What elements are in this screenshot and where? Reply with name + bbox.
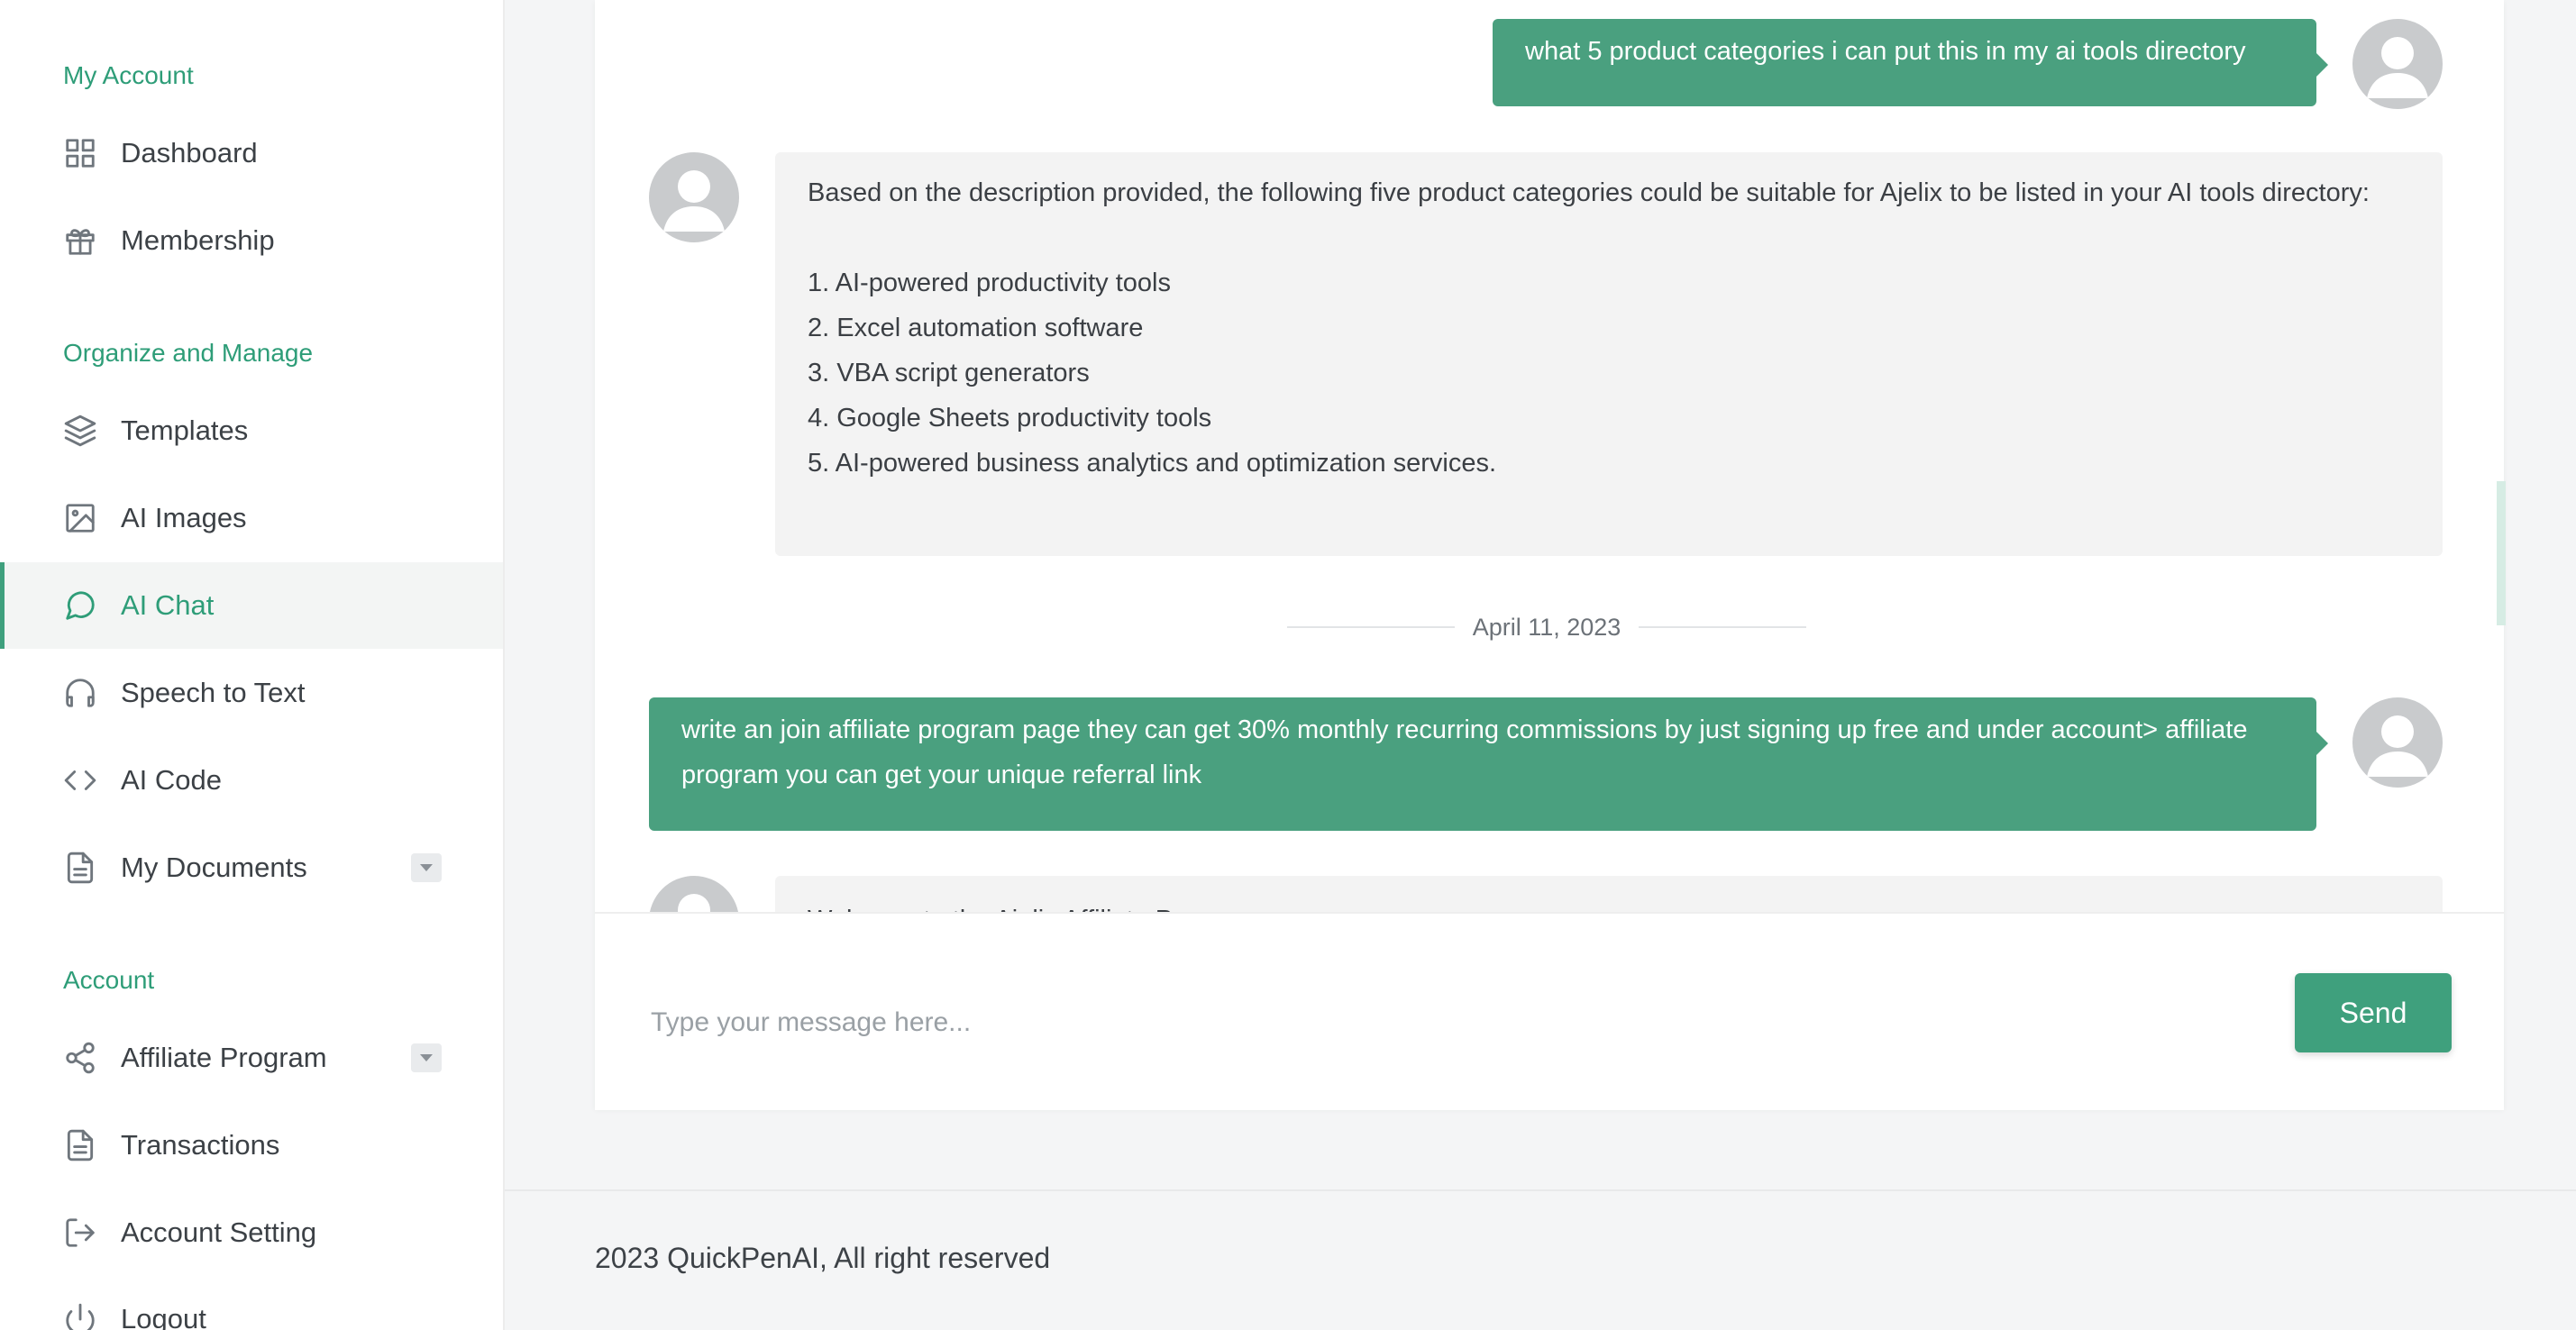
assistant-message-intro: Based on the description provided, the f… bbox=[808, 178, 2370, 207]
sidebar-item-label: Speech to Text bbox=[121, 677, 306, 708]
sidebar-item-label: Templates bbox=[121, 414, 249, 446]
section-title-account: Account bbox=[63, 966, 155, 994]
chat-bubble-icon bbox=[63, 588, 97, 623]
assistant-message: Welcome to the Ajelix Affiliate Program bbox=[775, 876, 2443, 912]
sidebar-item-label: AI Code bbox=[121, 764, 223, 796]
headphones-icon bbox=[63, 676, 97, 710]
sidebar-item-my-documents[interactable]: My Documents bbox=[0, 824, 503, 911]
assistant-avatar bbox=[649, 152, 739, 242]
date-separator: April 11, 2023 bbox=[1276, 611, 1817, 643]
message-composer: Send bbox=[595, 912, 2504, 1110]
list-item: 2. Excel automation software bbox=[808, 314, 1144, 342]
user-avatar bbox=[2352, 19, 2443, 109]
sidebar-item-label: Account Setting bbox=[121, 1216, 317, 1248]
section-title-organize: Organize and Manage bbox=[63, 339, 314, 367]
sidebar-item-affiliate-program[interactable]: Affiliate Program bbox=[0, 1015, 503, 1101]
document-icon bbox=[63, 851, 97, 885]
assistant-avatar bbox=[649, 876, 739, 912]
user-message: what 5 product categories i can put this… bbox=[1493, 19, 2328, 106]
section-title-my-account: My Account bbox=[63, 61, 194, 89]
chevron-down-icon[interactable] bbox=[411, 1043, 442, 1072]
sidebar-item-membership[interactable]: Membership bbox=[0, 197, 503, 284]
sidebar-item-account-setting[interactable]: Account Setting bbox=[0, 1189, 503, 1276]
log-out-icon bbox=[63, 1216, 97, 1250]
chat-messages[interactable]: what 5 product categories i can put this… bbox=[595, 0, 2504, 912]
chat-panel: what 5 product categories i can put this… bbox=[595, 0, 2504, 1110]
sidebar-item-templates[interactable]: Templates bbox=[0, 387, 503, 474]
chevron-down-icon[interactable] bbox=[411, 853, 442, 882]
grid-icon bbox=[63, 136, 97, 170]
list-item: 3. VBA script generators bbox=[808, 359, 1090, 387]
footer-copyright: 2023 QuickPenAI, All right reserved bbox=[595, 1242, 1051, 1274]
sidebar-item-label: AI Images bbox=[121, 502, 247, 533]
sidebar-item-dashboard[interactable]: Dashboard bbox=[0, 110, 503, 196]
list-item: 1. AI-powered productivity tools bbox=[808, 269, 1171, 297]
sidebar-item-label: Logout bbox=[121, 1303, 206, 1330]
chat-scrollbar-thumb[interactable] bbox=[2497, 481, 2506, 625]
message-input[interactable] bbox=[649, 977, 2149, 1069]
user-avatar bbox=[2352, 697, 2443, 788]
share-icon bbox=[63, 1041, 97, 1075]
list-item: 4. Google Sheets productivity tools bbox=[808, 404, 1212, 433]
sidebar-item-label: Membership bbox=[121, 224, 275, 256]
assistant-message-text: Welcome to the Ajelix Affiliate Program bbox=[808, 897, 2410, 912]
layers-icon bbox=[63, 414, 97, 448]
assistant-message: Based on the description provided, the f… bbox=[775, 152, 2443, 556]
gift-icon bbox=[63, 223, 97, 258]
send-button[interactable]: Send bbox=[2295, 973, 2452, 1052]
sidebar-item-logout[interactable]: Logout bbox=[0, 1276, 503, 1330]
code-icon bbox=[63, 763, 97, 797]
power-icon bbox=[63, 1302, 97, 1330]
sidebar: My Account Dashboard Membership Organize… bbox=[0, 0, 505, 1330]
footer-divider bbox=[505, 1189, 2576, 1191]
user-message: write an join affiliate program page the… bbox=[649, 697, 2328, 831]
sidebar-item-transactions[interactable]: Transactions bbox=[0, 1102, 503, 1189]
list-item: 5. AI-powered business analytics and opt… bbox=[808, 449, 1497, 478]
file-icon bbox=[63, 1128, 97, 1162]
sidebar-item-label: Dashboard bbox=[121, 137, 258, 169]
divider bbox=[1639, 626, 1807, 628]
sidebar-item-label: Affiliate Program bbox=[121, 1042, 327, 1073]
date-label: April 11, 2023 bbox=[1472, 613, 1621, 641]
sidebar-item-label: AI Chat bbox=[121, 589, 215, 621]
divider bbox=[1286, 626, 1455, 628]
sidebar-item-ai-code[interactable]: AI Code bbox=[0, 737, 503, 824]
sidebar-item-ai-images[interactable]: AI Images bbox=[0, 475, 503, 561]
image-icon bbox=[63, 501, 97, 535]
sidebar-item-label: Transactions bbox=[121, 1129, 280, 1161]
sidebar-item-speech-to-text[interactable]: Speech to Text bbox=[0, 650, 503, 736]
sidebar-item-label: My Documents bbox=[121, 852, 307, 883]
sidebar-item-ai-chat[interactable]: AI Chat bbox=[0, 562, 503, 649]
